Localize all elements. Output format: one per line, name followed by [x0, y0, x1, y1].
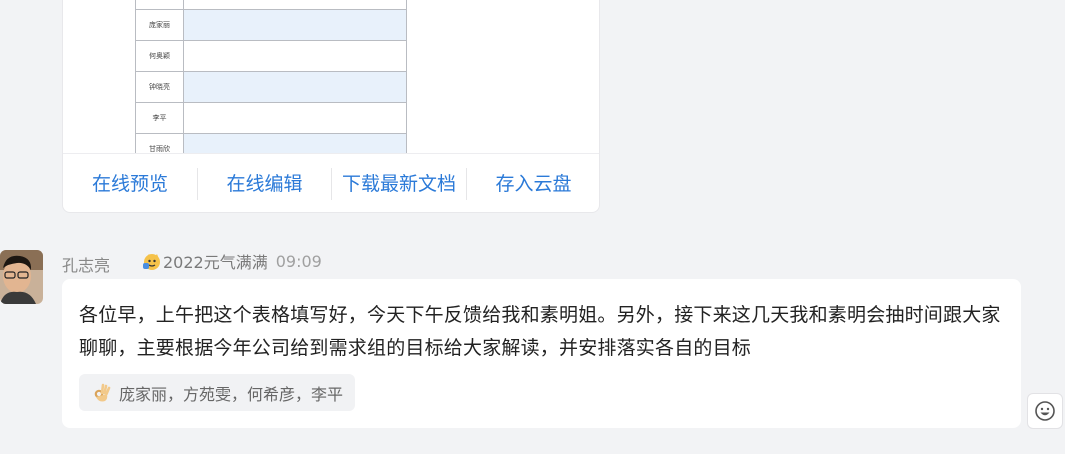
- row-name-cell: 钟晓亮: [135, 71, 184, 103]
- save-to-cloud-button[interactable]: 存入云盘: [467, 154, 599, 212]
- reaction-users: 庞家丽，方苑雯，何希彦，李平: [119, 384, 344, 404]
- message-bubble[interactable]: 各位早，上午把这个表格填写好，今天下午反馈给我和素明姐。另外，接下来这几天我和素…: [62, 279, 1021, 428]
- row-name-cell: 何奥颖: [135, 40, 184, 72]
- row-name-cell: [135, 0, 184, 10]
- row-name-cell: 甘雨欣: [135, 133, 184, 153]
- table-row: [135, 0, 407, 10]
- table-row: 甘雨欣: [135, 133, 407, 153]
- spreadsheet-table: 庞家丽 何奥颖 钟晓亮 李平 甘雨欣: [135, 0, 407, 153]
- avatar[interactable]: [0, 250, 43, 304]
- table-row: 庞家丽: [135, 9, 407, 41]
- tiger-badge-icon: [143, 254, 160, 270]
- table-row: 何奥颖: [135, 40, 407, 72]
- reaction-chip[interactable]: 庞家丽，方苑雯，何希彦，李平: [79, 374, 356, 411]
- message-time: 09:09: [275, 251, 322, 271]
- preview-online-button[interactable]: 在线预览: [63, 154, 197, 212]
- row-value-cell: [183, 102, 407, 134]
- row-value-cell: [183, 133, 407, 153]
- table-row: 钟晓亮: [135, 71, 407, 103]
- row-value-cell: [183, 0, 407, 10]
- message-text: 各位早，上午把这个表格填写好，今天下午反馈给我和素明姐。另外，接下来这几天我和素…: [79, 304, 1001, 359]
- file-card[interactable]: 庞家丽 何奥颖 钟晓亮 李平 甘雨欣 在线预览 在线编辑 下载最新文档 存入云盘: [62, 0, 600, 213]
- row-name-cell: 庞家丽: [135, 9, 184, 41]
- download-latest-button[interactable]: 下载最新文档: [332, 154, 466, 212]
- row-value-cell: [183, 9, 407, 41]
- sender-name[interactable]: 孔志亮: [62, 252, 110, 276]
- status-badge: 2022元气满满 09:09: [140, 249, 322, 273]
- table-row: 李平: [135, 102, 407, 134]
- row-name-cell: 李平: [135, 102, 184, 134]
- file-actions-bar: 在线预览 在线编辑 下载最新文档 存入云盘: [63, 153, 599, 212]
- ok-hand-icon: [94, 383, 111, 401]
- emoji-button[interactable]: [1027, 393, 1063, 429]
- edit-online-button[interactable]: 在线编辑: [198, 154, 331, 212]
- smiley-icon: [1035, 401, 1055, 421]
- badge-label: 2022元气满满: [163, 253, 268, 272]
- row-value-cell: [183, 40, 407, 72]
- row-value-cell: [183, 71, 407, 103]
- spreadsheet-preview[interactable]: 庞家丽 何奥颖 钟晓亮 李平 甘雨欣: [63, 0, 599, 153]
